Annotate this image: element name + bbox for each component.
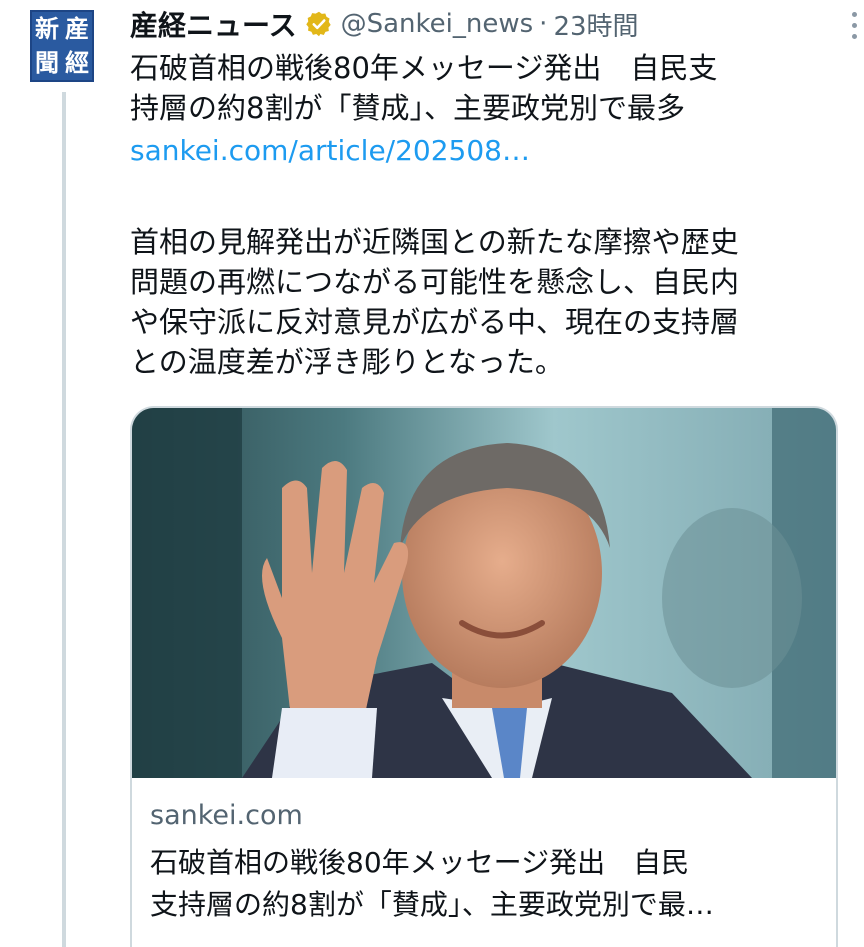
tweet-timestamp[interactable]: 23時間: [553, 6, 638, 43]
link-preview-card[interactable]: sankei.com 石破首相の戦後80年メッセージ発出 自民 支持層の約8割が…: [130, 406, 838, 947]
verified-badge-icon: [305, 10, 333, 38]
avatar-char: 聞: [35, 48, 59, 77]
more-options-icon[interactable]: [852, 12, 860, 39]
card-title-line: 石破首相の戦後80年メッセージ発出 自民: [150, 846, 690, 879]
tweet-body-line: 問題の再燃につながる可能性を懸念し、自民内: [130, 265, 740, 299]
avatar[interactable]: 新 産 聞 經: [30, 10, 94, 82]
card-domain: sankei.com: [150, 800, 303, 831]
tweet-body-line: との温度差が浮き彫りとなった。: [130, 345, 564, 379]
article-photo: [132, 408, 836, 778]
separator-dot: ·: [539, 9, 548, 39]
author-handle[interactable]: @Sankei_news: [341, 9, 534, 39]
avatar-char: 産: [65, 14, 89, 43]
tweet-body-line: や保守派に反対意見が広がる中、現在の支持層: [130, 305, 740, 339]
thread-line: [62, 92, 66, 947]
tweet-header: 産経ニュース @Sankei_news · 23時間: [130, 4, 857, 44]
tweet-text-line: 持層の約8割が「賛成」、主要政党別で最多: [130, 91, 685, 125]
author-name[interactable]: 産経ニュース: [130, 4, 297, 44]
avatar-char: 新: [35, 14, 59, 43]
avatar-char: 經: [65, 48, 89, 77]
tweet-text-line: 石破首相の戦後80年メッセージ発出 自民支: [130, 51, 718, 85]
card-title: 石破首相の戦後80年メッセージ発出 自民 支持層の約8割が「賛成」、主要政党別で…: [150, 842, 830, 926]
card-title-line: 支持層の約8割が「賛成」、主要政党別で最…: [150, 888, 714, 921]
card-info: sankei.com 石破首相の戦後80年メッセージ発出 自民 支持層の約8割が…: [150, 798, 830, 926]
tweet-body: 首相の見解発出が近隣国との新たな摩擦や歴史 問題の再燃につながる可能性を懸念し、…: [130, 222, 850, 382]
tweet-body-line: 首相の見解発出が近隣国との新たな摩擦や歴史: [130, 225, 739, 259]
article-link[interactable]: sankei.com/article/202508…: [130, 134, 530, 167]
